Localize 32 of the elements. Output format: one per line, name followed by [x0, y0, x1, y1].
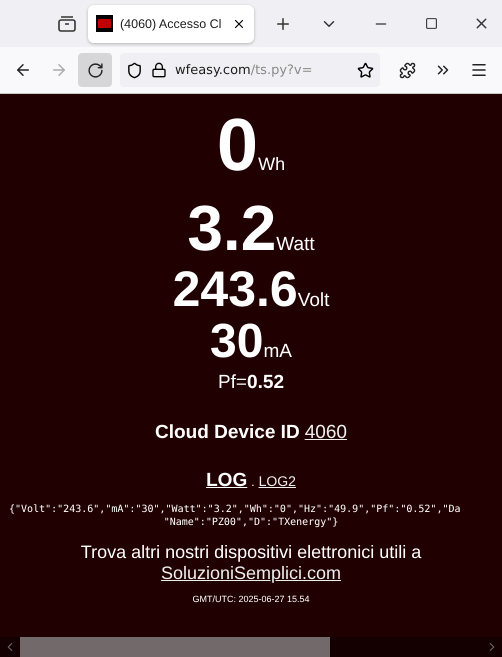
browser-tab[interactable]: (4060) Accesso Cl [88, 4, 254, 42]
promo-text: Trova altri nostri dispositivi elettronici utili a [80, 542, 422, 563]
horizontal-scrollbar[interactable] [0, 637, 502, 657]
device-id-link[interactable]: 4060 [304, 422, 347, 444]
favicon-icon [96, 15, 113, 32]
reload-button[interactable] [78, 53, 112, 87]
puzzle-icon[interactable] [398, 62, 416, 78]
separator: . [251, 475, 255, 489]
timestamp: GMT/UTC: 2025-06-27 15.54 [192, 594, 310, 604]
reading-value: 0 [216, 108, 258, 182]
log2-link[interactable]: LOG2 [258, 473, 296, 489]
reading-unit: Wh [258, 155, 286, 173]
scrollbar-thumb[interactable] [20, 637, 330, 657]
power-factor: Pf=0.52 [218, 372, 284, 394]
shield-icon[interactable] [126, 62, 143, 78]
lock-icon[interactable] [151, 62, 167, 78]
reading-value: 30 [210, 318, 264, 366]
json-text: "Name":"PZ00","D":"TXenergy"} [164, 517, 338, 528]
json-text: {"Volt":"243.6","mA":"30","Watt":"3.2","Wh":"0","Hz":"49.9","Pf":"0.52","Da [8, 504, 462, 515]
back-icon[interactable] [14, 61, 32, 79]
reading-value: 3.2 [187, 196, 276, 260]
bookmark-star-icon[interactable] [357, 62, 374, 78]
reading-unit: Watt [276, 235, 315, 254]
website-link[interactable]: SoluzioniSemplici.com [160, 563, 342, 584]
reload-icon[interactable] [86, 62, 104, 78]
address-bar[interactable]: wfeasy.com/ts.py?v= [120, 53, 380, 87]
log-link[interactable]: LOG [206, 470, 248, 492]
menu-icon[interactable] [470, 61, 488, 79]
reading-unit: mA [263, 342, 292, 361]
reading-value: 243.6 [172, 264, 298, 314]
cloud-device-label: Cloud Device ID [155, 422, 300, 444]
reading-unit: Volt [298, 291, 330, 310]
